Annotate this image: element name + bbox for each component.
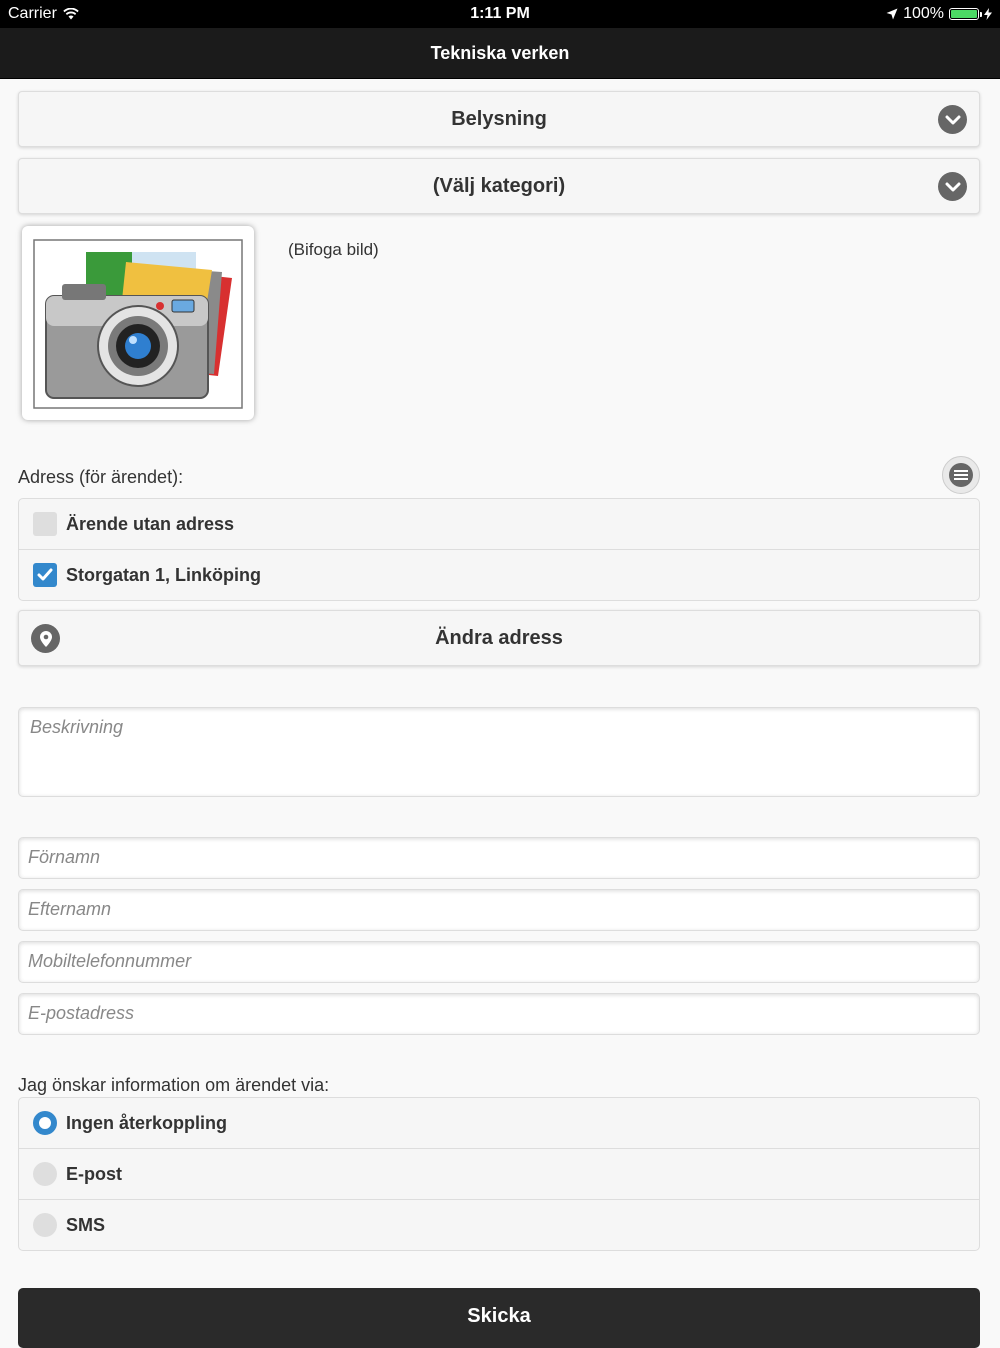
last-name-input[interactable]: Efternamn bbox=[18, 889, 980, 931]
category-select[interactable]: (Välj kategori) bbox=[18, 158, 980, 214]
feedback-option-none[interactable]: Ingen återkoppling bbox=[19, 1098, 979, 1149]
battery-percent: 100% bbox=[903, 5, 944, 22]
address-option-label: Storgatan 1, Linköping bbox=[66, 564, 262, 585]
checkbox-unchecked[interactable] bbox=[33, 512, 57, 536]
feedback-options: Ingen återkoppling E-post SMS bbox=[18, 1097, 980, 1251]
camera-photo-icon bbox=[33, 239, 243, 409]
chevron-down-icon bbox=[938, 172, 967, 201]
charging-bolt-icon bbox=[984, 8, 992, 20]
status-bar: Carrier 1:11 PM 100% bbox=[0, 0, 1000, 28]
address-option-storgatan[interactable]: Storgatan 1, Linköping bbox=[19, 550, 979, 600]
address-label: Adress (för ärendet): bbox=[18, 467, 184, 487]
page-title: Tekniska verken bbox=[430, 42, 570, 63]
category-select-label: (Välj kategori) bbox=[432, 174, 566, 197]
phone-input[interactable]: Mobiltelefonnummer bbox=[18, 941, 980, 983]
radio-unselected[interactable] bbox=[33, 1213, 57, 1237]
attach-photo-label: (Bifoga bild) bbox=[288, 240, 379, 259]
attach-photo-button[interactable] bbox=[22, 226, 254, 420]
feedback-label: Jag önskar information om ärendet via: bbox=[18, 1075, 330, 1095]
submit-label: Skicka bbox=[467, 1305, 531, 1327]
address-options: Ärende utan adress Storgatan 1, Linköpin… bbox=[18, 498, 980, 601]
area-select[interactable]: Belysning bbox=[18, 91, 980, 147]
status-time: 1:11 PM bbox=[470, 5, 530, 22]
feedback-option-label: SMS bbox=[66, 1214, 106, 1235]
first-name-input[interactable]: Förnamn bbox=[18, 837, 980, 879]
email-input[interactable]: E-postadress bbox=[18, 993, 980, 1035]
app-header: Tekniska verken bbox=[0, 28, 1000, 79]
change-address-label: Ändra adress bbox=[435, 626, 563, 649]
list-menu-icon bbox=[949, 463, 973, 487]
feedback-option-label: Ingen återkoppling bbox=[66, 1112, 228, 1133]
checkbox-checked[interactable] bbox=[33, 563, 57, 587]
status-right: 100% bbox=[886, 5, 992, 23]
battery-icon bbox=[949, 8, 982, 20]
radio-selected[interactable] bbox=[33, 1111, 57, 1135]
address-list-button[interactable] bbox=[942, 456, 980, 494]
feedback-option-sms[interactable]: SMS bbox=[19, 1200, 979, 1250]
description-textarea[interactable]: Beskrivning bbox=[18, 707, 980, 797]
feedback-option-label: E-post bbox=[66, 1163, 122, 1184]
address-option-no-address[interactable]: Ärende utan adress bbox=[19, 499, 979, 550]
change-address-button[interactable]: Ändra adress bbox=[18, 610, 980, 666]
location-arrow-icon bbox=[886, 8, 898, 20]
checkmark-icon bbox=[37, 568, 53, 581]
radio-unselected[interactable] bbox=[33, 1162, 57, 1186]
area-select-label: Belysning bbox=[451, 107, 547, 130]
map-pin-icon bbox=[31, 624, 60, 653]
chevron-down-icon bbox=[938, 105, 967, 134]
submit-button[interactable]: Skicka bbox=[18, 1288, 980, 1348]
address-option-label: Ärende utan adress bbox=[66, 513, 235, 534]
feedback-option-email[interactable]: E-post bbox=[19, 1149, 979, 1200]
